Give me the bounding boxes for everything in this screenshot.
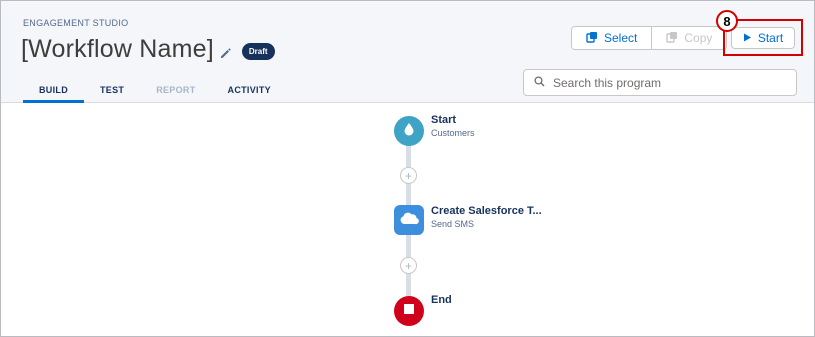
node-title: Start (431, 114, 457, 126)
play-icon (743, 31, 752, 45)
search-box[interactable] (523, 69, 797, 96)
status-badge: Draft (241, 42, 275, 60)
add-step-button[interactable]: + (400, 167, 417, 184)
action-node-label[interactable]: Create Salesforce T... Send SMS (431, 205, 542, 229)
select-copy-button-group: Select Copy (571, 26, 728, 50)
tab-activity[interactable]: ACTIVITY (212, 79, 287, 102)
section-eyebrow: ENGAGEMENT STUDIO (23, 18, 129, 28)
tab-build[interactable]: BUILD (23, 79, 84, 103)
tab-report: REPORT (156, 85, 196, 95)
page-title[interactable]: [Workflow Name] (21, 35, 214, 64)
engagement-studio-window: ENGAGEMENT STUDIO [Workflow Name] Draft … (0, 0, 815, 337)
node-title: End (431, 294, 452, 306)
start-node-label[interactable]: Start Customers (431, 114, 475, 138)
start-button-label: Start (757, 31, 784, 45)
tab-bar: BUILD TEST REPORT ACTIVITY (23, 79, 287, 103)
title-row: [Workflow Name] Draft (21, 35, 275, 64)
select-button[interactable]: Select (572, 27, 652, 49)
end-node-label[interactable]: End (431, 294, 452, 306)
copy-icon (666, 31, 678, 46)
select-icon (586, 31, 598, 46)
end-node[interactable] (394, 296, 424, 326)
copy-button-label: Copy (684, 31, 713, 45)
copy-button: Copy (651, 27, 727, 49)
stop-icon (403, 302, 415, 320)
step-callout-badge: 8 (716, 10, 738, 32)
node-subtitle: Customers (431, 128, 475, 138)
program-header: ENGAGEMENT STUDIO [Workflow Name] Draft … (1, 1, 814, 103)
search-icon (534, 74, 545, 92)
cloud-icon (399, 211, 419, 230)
node-subtitle: Send SMS (431, 219, 475, 229)
node-title: Create Salesforce T... (431, 205, 542, 217)
tab-test[interactable]: TEST (84, 79, 140, 102)
add-step-button[interactable]: + (400, 257, 417, 274)
start-node[interactable] (394, 116, 424, 146)
pencil-icon[interactable] (220, 46, 232, 58)
select-button-label: Select (604, 31, 638, 45)
action-node[interactable] (394, 205, 424, 235)
drop-icon (403, 122, 415, 141)
start-button[interactable]: Start (731, 27, 795, 49)
search-input[interactable] (553, 75, 783, 90)
